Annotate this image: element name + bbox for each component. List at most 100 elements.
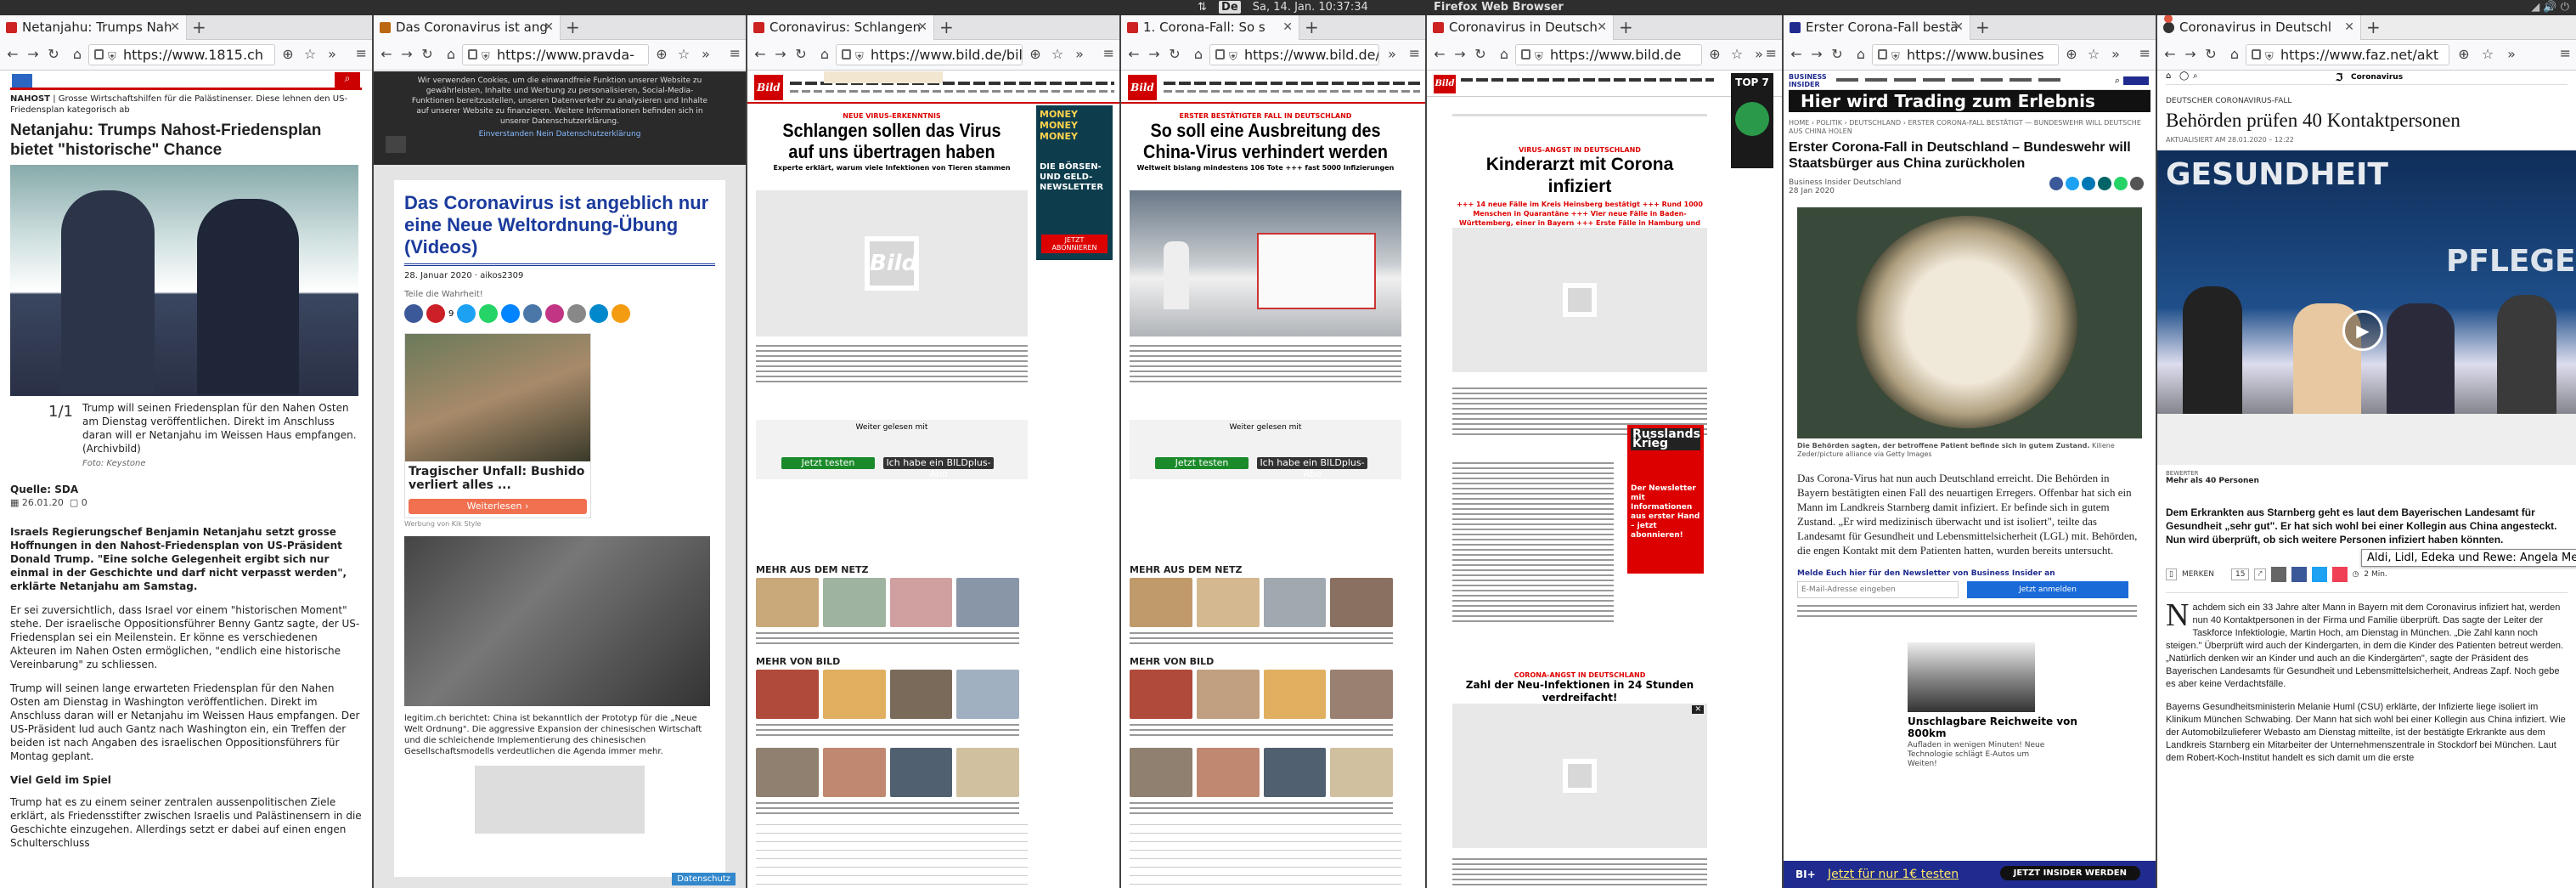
- footer-links[interactable]: [756, 824, 1028, 888]
- xing-icon[interactable]: [2098, 177, 2111, 190]
- tab-4[interactable]: 1. Corona-Fall: So s ✕: [1121, 15, 1299, 40]
- zoom-icon[interactable]: ⊕: [2455, 45, 2473, 64]
- section-name[interactable]: Coronavirus: [2351, 73, 2403, 82]
- home-icon[interactable]: ⌂: [2166, 71, 2171, 81]
- overflow-icon[interactable]: »: [1070, 45, 1089, 64]
- bookmark-icon[interactable]: ☆: [1048, 45, 1067, 64]
- new-tab-button[interactable]: +: [2366, 15, 2381, 40]
- clock[interactable]: Sa, 14. Jan. 10:37:34: [1253, 1, 1368, 14]
- menu-icon[interactable]: ≡: [1409, 45, 1420, 61]
- trading-banner[interactable]: Hier wird Trading zum Erlebnis: [1789, 90, 2150, 112]
- url-bar[interactable]: ⛨https://www.bild.de/bild: [1209, 44, 1379, 65]
- hamburger-icon[interactable]: [386, 136, 406, 153]
- whatsapp-icon[interactable]: [2114, 177, 2128, 190]
- newsletter-ad[interactable]: Russlands Krieg Der Newsletter mit Inform…: [1627, 425, 1704, 574]
- footer-links[interactable]: [1130, 824, 1401, 888]
- keyboard-layout[interactable]: De: [1219, 1, 1241, 14]
- home-icon[interactable]: ⌂: [815, 45, 834, 64]
- home-icon[interactable]: ⌂: [2225, 45, 2244, 64]
- tab-6[interactable]: Erster Corona-Fall bestä ✕: [1784, 15, 1970, 40]
- play-icon[interactable]: ▶: [2342, 310, 2383, 351]
- bi-logo[interactable]: BUSINESS INSIDER: [1789, 73, 1827, 88]
- menu-icon[interactable]: ≡: [2139, 45, 2150, 61]
- premium-button[interactable]: [2123, 76, 2149, 85]
- facebook-icon[interactable]: [2049, 177, 2063, 190]
- search-icon[interactable]: ⌕: [2115, 75, 2120, 87]
- comment-count[interactable]: 15: [2230, 568, 2250, 580]
- url-bar[interactable]: ⛨ https://www.busines: [1872, 44, 2059, 65]
- menu-icon[interactable]: ≡: [2560, 45, 2571, 61]
- cookie-banner-links[interactable]: Einverstanden Nein Datenschutzerklärung: [391, 130, 729, 139]
- close-tab-icon[interactable]: ✕: [1282, 15, 1293, 40]
- close-tab-icon[interactable]: ✕: [917, 15, 927, 40]
- back-icon[interactable]: ←: [3, 45, 22, 64]
- overflow-icon[interactable]: »: [1383, 45, 1401, 64]
- url-bar[interactable]: ⛨ https://www.bild.de: [1515, 44, 1702, 65]
- test-button[interactable]: Jetzt testen: [781, 457, 875, 469]
- hero-placeholder-image[interactable]: [1452, 228, 1707, 372]
- login-button[interactable]: Ich habe ein BILDplus-Abo: [1257, 457, 1367, 479]
- forward-icon[interactable]: →: [1807, 45, 1826, 64]
- back-icon[interactable]: ←: [2161, 45, 2179, 64]
- close-tab-icon[interactable]: ✕: [1953, 15, 1964, 40]
- zoom-icon[interactable]: ⊕: [279, 45, 297, 64]
- bookmark-icon[interactable]: ☆: [2084, 45, 2103, 64]
- bild-logo[interactable]: Bild: [1128, 75, 1157, 100]
- close-tab-icon[interactable]: ✕: [1597, 15, 1607, 40]
- reload-icon[interactable]: ↻: [2201, 45, 2220, 64]
- reload-icon[interactable]: ↻: [418, 45, 437, 64]
- zoom-icon[interactable]: ⊕: [1705, 45, 1724, 64]
- reload-icon[interactable]: ↻: [1165, 45, 1184, 64]
- inline-ad[interactable]: [475, 766, 645, 834]
- top7-box[interactable]: TOP 7: [1731, 73, 1773, 168]
- url-bar[interactable]: ⛨ https://www.pravda-: [462, 44, 649, 65]
- new-tab-button[interactable]: +: [939, 15, 954, 40]
- reload-icon[interactable]: ↻: [792, 45, 810, 64]
- bookmark-icon[interactable]: ☆: [301, 45, 319, 64]
- close-tab-icon[interactable]: ✕: [170, 15, 180, 40]
- ad-subscribe-button[interactable]: JETZT ABONNIEREN: [1041, 235, 1108, 253]
- twitter-icon[interactable]: [2066, 177, 2079, 190]
- hero-image[interactable]: [1797, 207, 2142, 438]
- twitter-icon[interactable]: [457, 304, 476, 323]
- tab-5[interactable]: Coronavirus in Deutsch ✕: [1427, 15, 1614, 40]
- more-share-icon[interactable]: [612, 304, 631, 323]
- home-icon[interactable]: ⌂: [1189, 45, 1208, 64]
- user-icon[interactable]: ◯: [2179, 71, 2189, 81]
- login-button[interactable]: Ich habe ein BILDplus-Abo: [883, 457, 994, 479]
- video-placeholder[interactable]: ✕: [1452, 704, 1707, 848]
- bookmark-icon[interactable]: ☆: [1728, 45, 1746, 64]
- test-button[interactable]: Jetzt testen: [1155, 457, 1249, 469]
- overflow-icon[interactable]: »: [696, 45, 715, 64]
- ad-title[interactable]: Unschlagbare Reichweite von 800km: [1908, 715, 2077, 739]
- telegram-icon[interactable]: [589, 304, 609, 323]
- zoom-icon[interactable]: ⊕: [652, 45, 671, 64]
- back-icon[interactable]: ←: [1125, 45, 1143, 64]
- headline[interactable]: Das Coronavirus ist angeblich nur eine N…: [404, 192, 715, 266]
- tab-1[interactable]: Netanjahu: Trumps Nah ✕: [0, 15, 187, 40]
- hero-image[interactable]: [1130, 190, 1401, 337]
- mail-icon[interactable]: [2130, 177, 2144, 190]
- url-bar[interactable]: ⛨ https://www.1815.ch: [88, 44, 275, 65]
- back-icon[interactable]: ←: [377, 45, 396, 64]
- newsletter-ad[interactable]: MONEY MONEY MONEY DIE BÖRSEN- UND GELD-N…: [1036, 105, 1113, 260]
- close-tab-icon[interactable]: ✕: [544, 15, 554, 40]
- reload-icon[interactable]: ↻: [44, 45, 63, 64]
- reload-icon[interactable]: ↻: [1828, 45, 1846, 64]
- mail-icon[interactable]: [2270, 567, 2286, 582]
- new-tab-button[interactable]: +: [1619, 15, 1633, 40]
- tab-3[interactable]: Coronavirus: Schlangen ✕: [747, 15, 934, 40]
- search-icon[interactable]: ⌕: [2193, 71, 2198, 81]
- ad-title[interactable]: Tragischer Unfall: Bushido verliert alle…: [405, 461, 590, 495]
- home-icon[interactable]: ⌂: [68, 45, 87, 64]
- back-icon[interactable]: ←: [1787, 45, 1806, 64]
- hero-image[interactable]: [10, 165, 358, 396]
- tab-2[interactable]: Das Coronavirus ist ang ✕: [374, 15, 561, 40]
- back-icon[interactable]: ←: [751, 45, 769, 64]
- forward-icon[interactable]: →: [397, 45, 416, 64]
- new-tab-button[interactable]: +: [192, 15, 206, 40]
- facebook-icon[interactable]: [404, 304, 423, 323]
- tray-icons[interactable]: ◢ 🔊 ⏻: [2531, 0, 2569, 15]
- reload-icon[interactable]: ↻: [1471, 45, 1490, 64]
- save-button[interactable]: MERKEN: [2182, 570, 2214, 579]
